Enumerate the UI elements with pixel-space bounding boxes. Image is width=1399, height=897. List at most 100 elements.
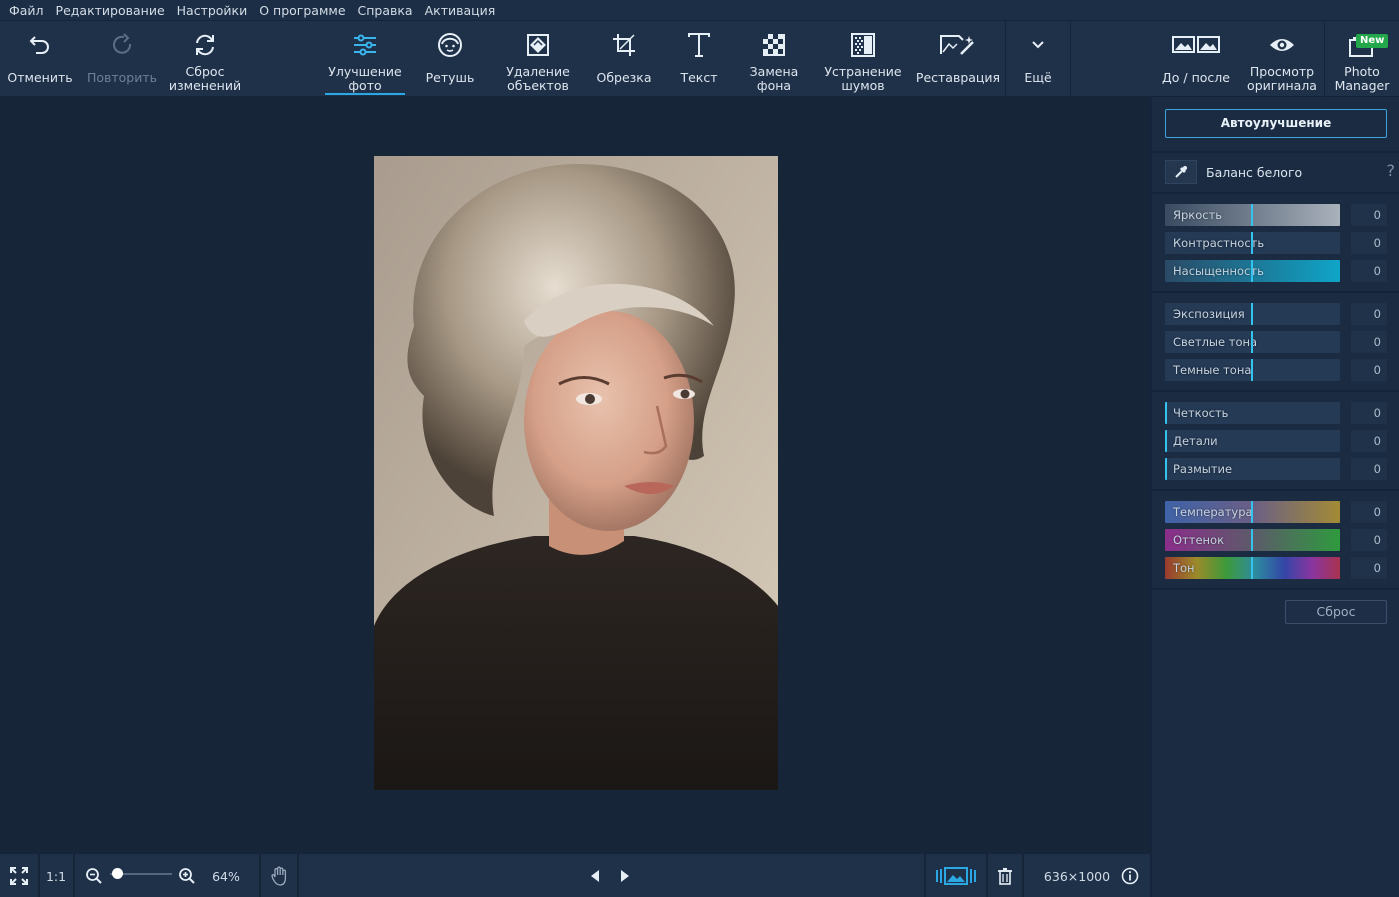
details-value[interactable]: 0 — [1351, 430, 1387, 452]
menu-edit[interactable]: Редактирование — [51, 0, 172, 21]
slider-handle[interactable] — [1251, 232, 1253, 254]
bottom-separator — [986, 854, 988, 897]
slider-temperature: Температура 0 — [1165, 501, 1387, 523]
tab-remove-objects[interactable]: Удаление объектов — [497, 21, 579, 97]
slider-handle[interactable] — [1165, 430, 1167, 452]
before-after-button[interactable]: До / после — [1158, 21, 1234, 97]
highlights-value[interactable]: 0 — [1351, 331, 1387, 353]
saturation-slider[interactable]: Насыщенность — [1165, 260, 1340, 282]
brightness-value[interactable]: 0 — [1351, 204, 1387, 226]
contrast-slider[interactable]: Контрастность — [1165, 232, 1340, 254]
help-icon[interactable]: ? — [1387, 161, 1396, 180]
highlights-label: Светлые тона — [1173, 335, 1258, 349]
blur-slider[interactable]: Размытие — [1165, 458, 1340, 480]
slider-blur: Размытие 0 — [1165, 458, 1387, 480]
slider-hue: Тон 0 — [1165, 557, 1387, 579]
panel-divider — [1152, 291, 1399, 293]
shadows-value[interactable]: 0 — [1351, 359, 1387, 381]
fit-screen-button[interactable] — [0, 854, 38, 897]
exposure-slider[interactable]: Экспозиция — [1165, 303, 1340, 325]
slider-handle[interactable] — [1251, 359, 1253, 381]
undo-button[interactable]: Отменить — [4, 21, 76, 97]
temperature-slider[interactable]: Температура — [1165, 501, 1340, 523]
zoom-slider-handle[interactable] — [112, 868, 123, 879]
zoom-out-button[interactable] — [82, 854, 106, 897]
highlights-slider[interactable]: Светлые тона — [1165, 331, 1340, 353]
slider-handle[interactable] — [1165, 402, 1167, 424]
zoom-1-to-1-button[interactable]: 1:1 — [40, 854, 72, 897]
white-balance-row: Баланс белого ? — [1165, 158, 1395, 186]
info-button[interactable] — [1118, 854, 1142, 897]
slider-handle[interactable] — [1251, 529, 1253, 551]
view-original-label: Просмотр оригинала — [1247, 64, 1317, 93]
reset-button[interactable]: Сброс — [1285, 600, 1387, 624]
text-label: Текст — [680, 70, 718, 85]
tab-denoise[interactable]: Устранение шумов — [820, 21, 906, 97]
filmstrip-button[interactable] — [928, 854, 984, 897]
hue-label: Тон — [1173, 561, 1195, 575]
blur-value[interactable]: 0 — [1351, 458, 1387, 480]
photo-editor-window: Файл Редактирование Настройки О программ… — [0, 0, 1399, 897]
tab-text[interactable]: Текст — [668, 21, 730, 97]
redo-button[interactable]: Повторить — [84, 21, 160, 97]
hue-slider[interactable]: Тон — [1165, 557, 1340, 579]
menu-bar: Файл Редактирование Настройки О программ… — [0, 0, 1399, 21]
temperature-value[interactable]: 0 — [1351, 501, 1387, 523]
photo-preview[interactable] — [374, 156, 778, 790]
eye-icon — [1270, 39, 1294, 51]
crop-icon — [613, 34, 635, 56]
slider-handle[interactable] — [1251, 204, 1253, 226]
menu-settings[interactable]: Настройки — [172, 0, 255, 21]
slider-handle[interactable] — [1251, 260, 1253, 282]
blur-label: Размытие — [1173, 462, 1233, 476]
clarity-slider[interactable]: Четкость — [1165, 402, 1340, 424]
panel-divider — [1152, 151, 1399, 153]
slider-shadows: Темные тона 0 — [1165, 359, 1387, 381]
slider-handle[interactable] — [1251, 303, 1253, 325]
delete-button[interactable] — [990, 854, 1020, 897]
face-icon — [438, 33, 462, 57]
before-after-icon — [1172, 36, 1220, 53]
menu-about[interactable]: О программе — [254, 0, 352, 21]
previous-image-button[interactable] — [582, 854, 608, 897]
auto-enhance-button[interactable]: Автоулучшение — [1165, 109, 1387, 138]
menu-help[interactable]: Справка — [353, 0, 420, 21]
clarity-value[interactable]: 0 — [1351, 402, 1387, 424]
zoom-in-button[interactable] — [175, 854, 199, 897]
tint-slider[interactable]: Оттенок — [1165, 529, 1340, 551]
exposure-value[interactable]: 0 — [1351, 303, 1387, 325]
menu-activation[interactable]: Активация — [420, 0, 503, 21]
tab-restoration[interactable]: Реставрация — [914, 21, 1002, 97]
expand-icon — [10, 867, 28, 885]
slider-handle[interactable] — [1251, 501, 1253, 523]
image-canvas[interactable] — [0, 97, 1150, 853]
view-original-button[interactable]: Просмотр оригинала — [1242, 21, 1322, 97]
details-slider[interactable]: Детали — [1165, 430, 1340, 452]
shadows-slider[interactable]: Темные тона — [1165, 359, 1340, 381]
hand-tool-button[interactable] — [263, 854, 297, 897]
more-tools-button[interactable]: Ещё — [1008, 21, 1068, 97]
slider-handle[interactable] — [1251, 331, 1253, 353]
slider-handle[interactable] — [1251, 557, 1253, 579]
retouch-label: Ретушь — [425, 70, 475, 85]
saturation-value[interactable]: 0 — [1351, 260, 1387, 282]
zoom-out-icon — [86, 868, 102, 884]
next-image-button[interactable] — [612, 854, 638, 897]
tab-retouch[interactable]: Ретушь — [413, 21, 487, 97]
eyedropper-button[interactable] — [1165, 160, 1197, 184]
photo-manager-button[interactable]: New Photo Manager — [1326, 21, 1398, 97]
remove-objects-label: Удаление объектов — [506, 64, 570, 93]
brightness-slider[interactable]: Яркость — [1165, 204, 1340, 226]
hue-value[interactable]: 0 — [1351, 557, 1387, 579]
tab-replace-background[interactable]: Замена фона — [739, 21, 809, 97]
eyedropper-icon — [1175, 166, 1187, 178]
slider-highlights: Светлые тона 0 — [1165, 331, 1387, 353]
tab-crop[interactable]: Обрезка — [588, 21, 660, 97]
slider-handle[interactable] — [1165, 458, 1167, 480]
denoise-label: Устранение шумов — [824, 64, 902, 93]
tint-value[interactable]: 0 — [1351, 529, 1387, 551]
reset-changes-button[interactable]: Сброс изменений — [166, 21, 244, 97]
tab-enhance-photo[interactable]: Улучшение фото — [325, 21, 405, 97]
menu-file[interactable]: Файл — [4, 0, 51, 21]
contrast-value[interactable]: 0 — [1351, 232, 1387, 254]
